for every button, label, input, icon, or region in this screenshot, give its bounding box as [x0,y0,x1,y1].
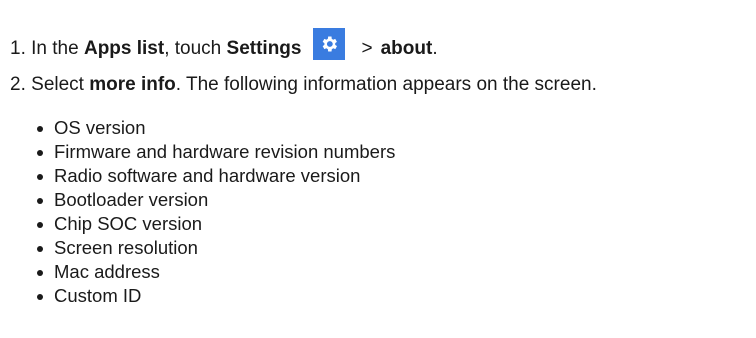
list-item-label: Bootloader version [54,189,209,210]
more-info-label: more info [89,74,176,95]
list-item-label: Custom ID [54,285,142,306]
list-item: Bootloader version [36,188,395,212]
bullet-icon [37,294,43,300]
bullet-icon [37,246,43,252]
list-item: Chip SOC version [36,212,395,236]
about-label: about [380,38,433,59]
settings-gear-icon [313,28,346,60]
list-item-label: Mac address [54,261,160,282]
list-item-label: Radio software and hardware version [54,165,361,186]
step-number: 2. [10,74,26,95]
bullet-icon [37,150,43,156]
step-2: 2. Select more info. The following infor… [10,74,597,96]
list-item: OS version [36,116,395,140]
info-list: OS version Firmware and hardware revisio… [36,116,395,308]
list-item-label: Screen resolution [54,237,198,258]
list-item: Screen resolution [36,236,395,260]
list-item: Mac address [36,260,395,284]
settings-label: Settings [226,38,302,59]
bullet-icon [37,174,43,180]
separator-arrow: > [361,38,373,59]
list-item-label: Chip SOC version [54,213,203,234]
bullet-icon [37,222,43,228]
bullet-icon [37,126,43,132]
list-item: Firmware and hardware revision numbers [36,140,395,164]
step-text: In the [31,38,84,59]
list-item-label: Firmware and hardware revision numbers [54,141,396,162]
list-item: Custom ID [36,284,395,308]
bullet-icon [37,198,43,204]
step-text: , touch [164,38,227,59]
step-1: 1. In the Apps list, touch Settings > abou… [10,28,438,60]
list-item: Radio software and hardware version [36,164,395,188]
apps-list-label: Apps list [83,38,165,59]
list-item-label: OS version [54,117,146,138]
step-text: . The following information appears on t… [175,74,597,95]
step-text: Select [31,74,90,95]
bullet-icon [37,270,43,276]
step-text: . [432,38,438,59]
step-number: 1. [10,38,26,59]
